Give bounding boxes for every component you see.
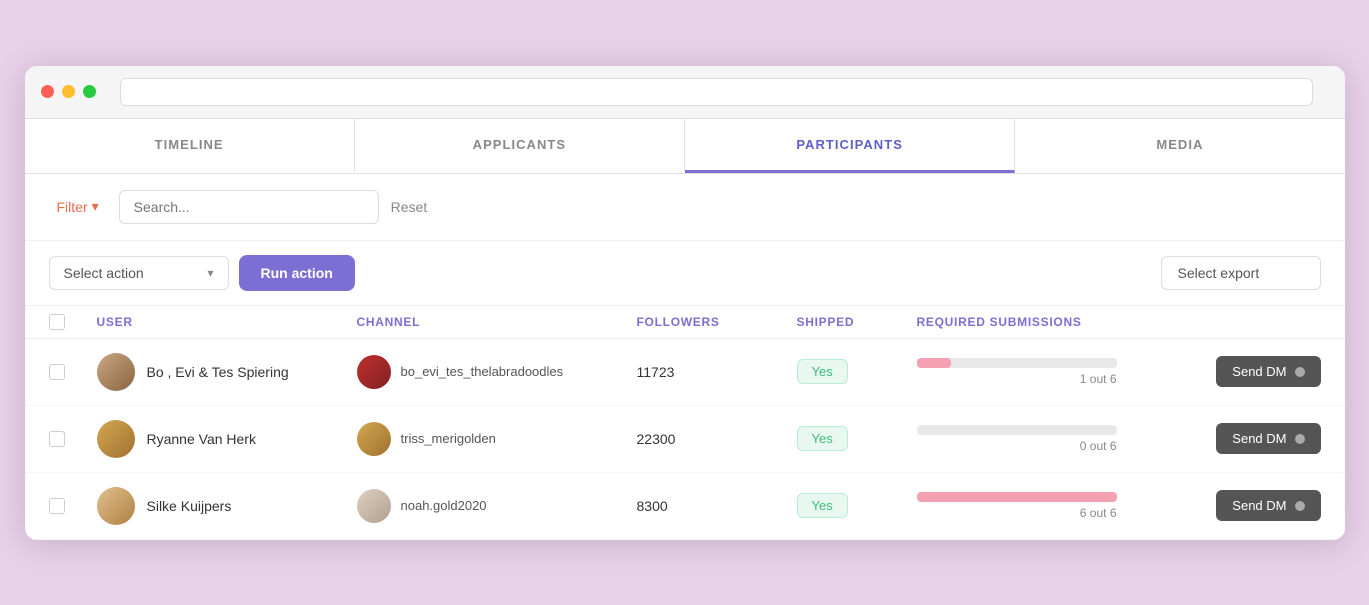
shipped-badge: Yes [797,426,848,451]
select-all-checkbox[interactable] [49,314,65,330]
shipped-cell: Yes [797,493,917,518]
progress-cell: 1 out 6 [917,358,1161,386]
action-bar: Select action ▾ Run action Select export [25,241,1345,306]
user-name: Bo , Evi & Tes Spiering [147,364,289,380]
col-followers: FOLLOWERS [637,315,797,329]
progress-label: 6 out 6 [917,506,1117,520]
progress-bar-track [917,425,1117,435]
chevron-down-icon: ▾ [207,266,213,280]
maximize-icon[interactable] [83,85,96,98]
user-cell: Bo , Evi & Tes Spiering [97,353,357,391]
search-input[interactable] [119,190,379,224]
progress-cell: 6 out 6 [917,492,1161,520]
table-body: Bo , Evi & Tes Spiering bo_evi_tes_thela… [25,339,1345,540]
shipped-cell: Yes [797,359,917,384]
tab-media[interactable]: MEDIA [1015,119,1344,173]
user-name: Silke Kuijpers [147,498,232,514]
channel-cell: triss_merigolden [357,422,637,456]
address-bar[interactable] [120,78,1313,106]
toolbar: Filter ▾ Reset [25,174,1345,241]
tab-participants[interactable]: PARTICIPANTS [685,119,1015,173]
select-export-dropdown[interactable]: Select export [1161,256,1321,290]
send-dm-label: Send DM [1232,498,1286,513]
channel-cell: noah.gold2020 [357,489,637,523]
row-checkbox-cell [49,431,97,447]
send-dm-button[interactable]: Send DM [1216,356,1320,387]
table-row: Bo , Evi & Tes Spiering bo_evi_tes_thela… [25,339,1345,406]
action-bar-left: Select action ▾ Run action [49,255,355,291]
progress-cell: 0 out 6 [917,425,1161,453]
send-dm-button[interactable]: Send DM [1216,490,1320,521]
progress-bar-track [917,492,1117,502]
shipped-cell: Yes [797,426,917,451]
avatar [97,487,135,525]
channel-avatar [357,422,391,456]
followers-value: 11723 [637,364,797,380]
row-checkbox-cell [49,364,97,380]
progress-label: 0 out 6 [917,439,1117,453]
header-checkbox-cell [49,314,97,330]
progress-bar-fill [917,492,1117,502]
send-dm-cell: Send DM [1161,490,1321,521]
dm-status-icon [1295,501,1305,511]
channel-avatar [357,355,391,389]
progress-bar-track [917,358,1117,368]
minimize-icon[interactable] [62,85,75,98]
col-shipped: SHIPPED [797,315,917,329]
run-action-button[interactable]: Run action [239,255,355,291]
col-required-submissions: REQUIRED SUBMISSIONS [917,315,1161,329]
table-header: USER CHANNEL FOLLOWERS SHIPPED REQUIRED … [25,306,1345,339]
reset-button[interactable]: Reset [391,199,428,215]
user-cell: Silke Kuijpers [97,487,357,525]
channel-name: triss_merigolden [401,431,496,446]
dm-status-icon [1295,434,1305,444]
row-checkbox-cell [49,498,97,514]
select-action-dropdown[interactable]: Select action ▾ [49,256,229,290]
followers-value: 8300 [637,498,797,514]
filter-button[interactable]: Filter ▾ [49,194,107,219]
main-window: TIMELINE APPLICANTS PARTICIPANTS MEDIA F… [25,66,1345,540]
table-row: Silke Kuijpers noah.gold2020 8300 Yes 6 … [25,473,1345,540]
progress-label: 1 out 6 [917,372,1117,386]
channel-avatar [357,489,391,523]
send-dm-label: Send DM [1232,431,1286,446]
shipped-badge: Yes [797,493,848,518]
send-dm-button[interactable]: Send DM [1216,423,1320,454]
row-checkbox[interactable] [49,364,65,380]
filter-label: Filter [57,199,88,215]
send-dm-cell: Send DM [1161,356,1321,387]
titlebar [25,66,1345,119]
tab-applicants[interactable]: APPLICANTS [355,119,685,173]
close-icon[interactable] [41,85,54,98]
chevron-down-icon: ▾ [92,198,99,215]
avatar [97,353,135,391]
shipped-badge: Yes [797,359,848,384]
progress-bar-fill [917,358,951,368]
tab-bar: TIMELINE APPLICANTS PARTICIPANTS MEDIA [25,119,1345,174]
table-row: Ryanne Van Herk triss_merigolden 22300 Y… [25,406,1345,473]
send-dm-label: Send DM [1232,364,1286,379]
channel-name: noah.gold2020 [401,498,487,513]
avatar [97,420,135,458]
followers-value: 22300 [637,431,797,447]
col-user: USER [97,315,357,329]
row-checkbox[interactable] [49,431,65,447]
user-name: Ryanne Van Herk [147,431,256,447]
channel-name: bo_evi_tes_thelabradoodles [401,364,564,379]
send-dm-cell: Send DM [1161,423,1321,454]
dm-status-icon [1295,367,1305,377]
tab-timeline[interactable]: TIMELINE [25,119,355,173]
select-action-label: Select action [64,265,144,281]
row-checkbox[interactable] [49,498,65,514]
col-channel: CHANNEL [357,315,637,329]
channel-cell: bo_evi_tes_thelabradoodles [357,355,637,389]
user-cell: Ryanne Van Herk [97,420,357,458]
